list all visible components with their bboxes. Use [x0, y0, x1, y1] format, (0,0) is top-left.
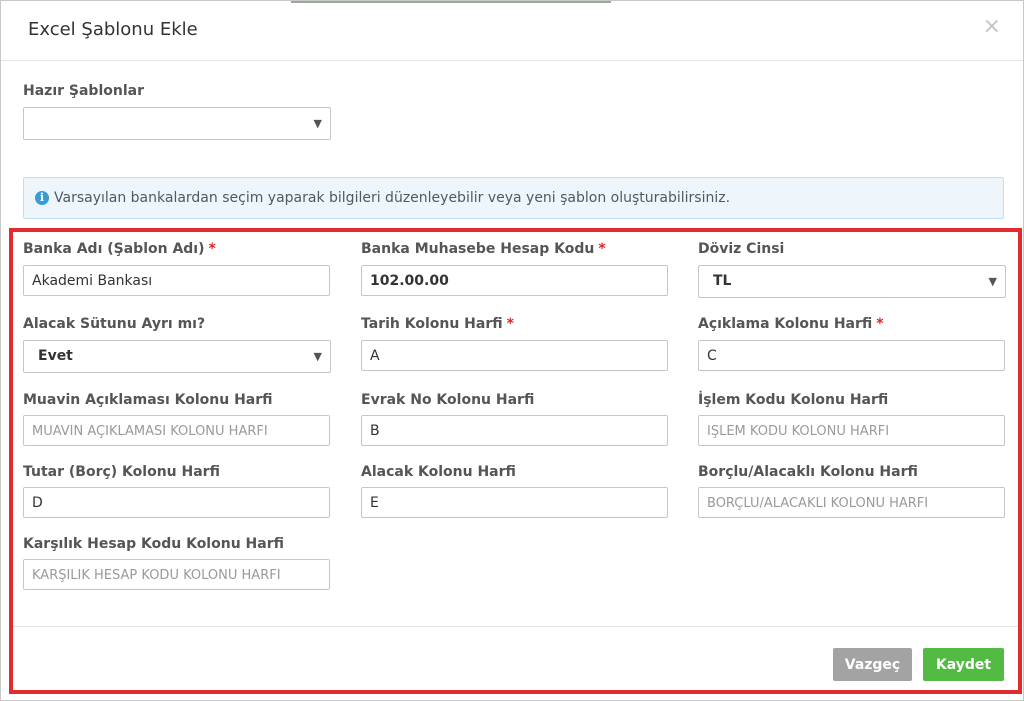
footer-divider — [13, 626, 1018, 627]
date-col-input[interactable] — [361, 340, 668, 371]
account-code-label: Banka Muhasebe Hesap Kodu * — [361, 241, 606, 257]
credit-col-input[interactable] — [361, 487, 668, 518]
aux-desc-col-label: Muavin Açıklaması Kolonu Harfi — [23, 392, 273, 408]
credit-separate-selected-value: Evet — [38, 348, 73, 364]
modal-title: Excel Şablonu Ekle — [28, 19, 198, 40]
credit-col-label: Alacak Kolonu Harfi — [361, 464, 516, 480]
bank-name-label: Banka Adı (Şablon Adı) * — [23, 241, 216, 257]
currency-label: Döviz Cinsi — [698, 241, 785, 257]
info-icon: i — [35, 191, 49, 205]
credit-separate-label: Alacak Sütunu Ayrı mı? — [23, 316, 206, 332]
currency-select[interactable]: TL ▼ — [698, 265, 1006, 298]
cancel-button[interactable]: Vazgeç — [833, 648, 912, 681]
close-icon[interactable]: × — [983, 15, 1001, 39]
date-col-label-text: Tarih Kolonu Harfi — [361, 316, 503, 332]
amount-col-label: Tutar (Borç) Kolonu Harfi — [23, 464, 220, 480]
counter-acct-col-input[interactable] — [23, 559, 330, 590]
chevron-down-icon: ▼ — [313, 117, 322, 130]
credit-separate-select[interactable]: Evet ▼ — [23, 340, 331, 373]
required-marker: * — [506, 316, 514, 332]
counter-acct-col-label: Karşılık Hesap Kodu Kolonu Harfi — [23, 536, 284, 552]
txn-code-col-input[interactable] — [698, 415, 1005, 446]
chevron-down-icon: ▼ — [313, 350, 322, 363]
aux-desc-col-input[interactable] — [23, 415, 330, 446]
info-text: Varsayılan bankalardan seçim yaparak bil… — [54, 190, 731, 206]
desc-col-input[interactable] — [698, 340, 1005, 371]
modal-dialog: Excel Şablonu Ekle × Hazır Şablonlar ▼ i… — [0, 0, 1024, 701]
required-marker: * — [876, 316, 884, 332]
bank-name-input[interactable] — [23, 265, 330, 296]
doc-no-col-label: Evrak No Kolonu Harfi — [361, 392, 535, 408]
templates-select[interactable]: ▼ — [23, 107, 331, 140]
currency-selected-value: TL — [713, 273, 732, 289]
txn-code-col-label: İşlem Kodu Kolonu Harfi — [698, 392, 889, 408]
desc-col-label: Açıklama Kolonu Harfi * — [698, 316, 884, 332]
modal-header: Excel Şablonu Ekle × — [1, 1, 1023, 61]
account-code-input[interactable] — [361, 265, 668, 296]
account-code-label-text: Banka Muhasebe Hesap Kodu — [361, 241, 595, 257]
templates-label: Hazır Şablonlar — [23, 83, 144, 99]
debit-credit-col-input[interactable] — [698, 487, 1005, 518]
amount-col-input[interactable] — [23, 487, 330, 518]
save-button[interactable]: Kaydet — [923, 648, 1004, 681]
doc-no-col-input[interactable] — [361, 415, 668, 446]
debit-credit-col-label: Borçlu/Alacaklı Kolonu Harfi — [698, 464, 918, 480]
required-marker: * — [208, 241, 216, 257]
date-col-label: Tarih Kolonu Harfi * — [361, 316, 514, 332]
bank-name-label-text: Banka Adı (Şablon Adı) — [23, 241, 205, 257]
info-alert: i Varsayılan bankalardan seçim yaparak b… — [23, 177, 1004, 219]
desc-col-label-text: Açıklama Kolonu Harfi — [698, 316, 873, 332]
chevron-down-icon: ▼ — [988, 275, 997, 288]
required-marker: * — [598, 241, 606, 257]
